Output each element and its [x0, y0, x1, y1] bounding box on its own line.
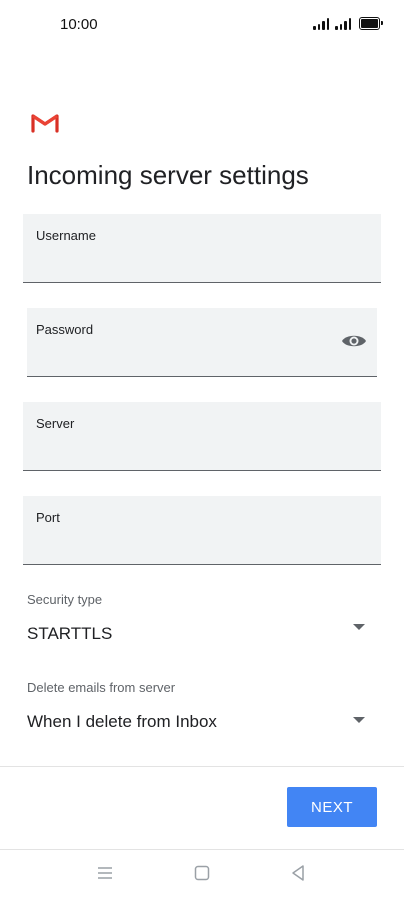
port-label: Port [36, 510, 60, 525]
home-square-icon[interactable] [190, 861, 214, 885]
password-field[interactable]: Password [27, 308, 377, 377]
security-type-label: Security type [27, 592, 103, 607]
signal-icon [313, 18, 329, 30]
delete-emails-label: Delete emails from server [27, 680, 176, 695]
menu-icon[interactable] [93, 861, 117, 885]
page-title: Incoming server settings [27, 160, 309, 190]
back-triangle-icon[interactable] [286, 861, 310, 885]
chevron-down-icon [353, 624, 365, 630]
gmail-logo [31, 114, 59, 133]
status-bar: 10:00 [0, 0, 404, 50]
chevron-down-icon [353, 717, 365, 723]
next-button[interactable]: NEXT [287, 787, 377, 827]
status-time: 10:00 [60, 16, 98, 33]
delete-emails-value: When I delete from Inbox [27, 712, 217, 731]
port-field[interactable]: Port [23, 496, 381, 565]
security-type-value: STARTTLS [27, 624, 113, 643]
navigation-bar [0, 849, 404, 897]
username-label: Username [36, 228, 96, 243]
username-field[interactable]: Username [23, 214, 381, 283]
battery-icon [359, 17, 383, 30]
signal-icon-2 [335, 18, 351, 30]
eye-icon[interactable] [341, 332, 367, 350]
status-icons [313, 17, 383, 30]
divider [0, 766, 404, 767]
password-label: Password [36, 322, 94, 337]
server-field[interactable]: Server [23, 402, 381, 471]
server-label: Server [36, 416, 75, 431]
